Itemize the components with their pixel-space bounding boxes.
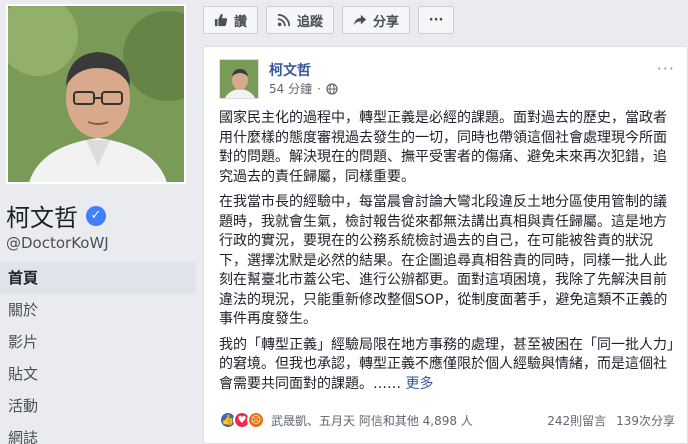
more-options-icon: ··· — [428, 12, 444, 28]
post-timestamp[interactable]: 54 分鐘 — [269, 80, 312, 97]
profile-name-text[interactable]: 柯文哲 — [6, 198, 78, 233]
like-page-button[interactable]: 讚 — [203, 6, 259, 34]
like-label: 讚 — [234, 14, 248, 30]
shares-count[interactable]: 139次分享 — [616, 412, 675, 429]
nav-item-videos[interactable]: 影片 — [0, 326, 196, 358]
post-paragraph-1: 國家民主化的過程中，轉型正義是必經的課題。面對過去的歷史，當政者用什麼樣的態度審… — [219, 110, 667, 185]
nav-item-about[interactable]: 關於 — [0, 294, 196, 326]
post-footer: 👍 ♥ ☹ 武晟凱、五月天 阿信和其他 4,898 人 242則留言 139次分… — [219, 409, 675, 431]
share-arrow-icon — [353, 14, 367, 26]
more-options-button[interactable]: ··· — [418, 6, 455, 34]
page-nav: 首頁 關於 影片 貼文 活動 網誌 — [0, 262, 196, 444]
profile-photo-image — [8, 6, 184, 182]
reaction-icons[interactable]: 👍 ♥ ☹ — [219, 411, 265, 429]
meta-separator: · — [317, 81, 321, 96]
follow-label: 追蹤 — [297, 14, 324, 30]
profile-picture[interactable] — [6, 4, 186, 184]
nav-item-posts[interactable]: 貼文 — [0, 358, 196, 390]
nav-item-home[interactable]: 首頁 — [0, 262, 196, 294]
see-more-link[interactable]: 更多 — [405, 376, 433, 392]
avatar-image — [220, 60, 258, 98]
comments-count[interactable]: 242則留言 — [547, 412, 606, 429]
post-author-name[interactable]: 柯文哲 — [269, 60, 311, 80]
share-page-button[interactable]: 分享 — [342, 6, 411, 34]
post-paragraph-2: 在我當市長的經驗中，每當晨會討論大彎北段違反土地分區使用管制的議題時，我就會生氣… — [219, 194, 668, 327]
rss-follow-icon — [277, 13, 291, 27]
verified-badge-icon: ✓ — [86, 205, 106, 226]
engagement-counts: 242則留言 139次分享 — [547, 412, 675, 429]
follow-button[interactable]: 追蹤 — [266, 6, 335, 34]
page-action-bar: 讚 追蹤 分享 ··· — [203, 6, 455, 34]
share-label: 分享 — [373, 14, 400, 30]
profile-handle[interactable]: @DoctorKoWJ — [6, 234, 109, 252]
reactors-summary[interactable]: 武晟凱、五月天 阿信和其他 4,898 人 — [271, 412, 473, 429]
nav-item-notes[interactable]: 網誌 — [0, 422, 196, 444]
post-paragraph-3-text: 我的「轉型正義」經驗局限在地方事務的處理，甚至被困在「同一批人力」的窘境。但我也… — [219, 336, 674, 392]
post-card: 柯文哲 54 分鐘 · ··· 國家民主化的過程中，轉型正義是必經的課題。面對過… — [203, 46, 688, 444]
post-body: 國家民主化的過程中，轉型正義是必經的課題。面對過去的歷史，當政者用什麼樣的態度審… — [219, 109, 677, 400]
post-author-avatar[interactable] — [219, 59, 259, 99]
thumbs-up-icon — [214, 13, 228, 27]
post-options-icon[interactable]: ··· — [657, 59, 675, 78]
nav-item-events[interactable]: 活動 — [0, 390, 196, 422]
angry-reaction-icon: ☹ — [247, 411, 265, 429]
left-column: 柯文哲 ✓ @DoctorKoWJ 首頁 關於 影片 貼文 活動 網誌 — [0, 0, 196, 444]
post-meta: 54 分鐘 · — [269, 80, 338, 97]
globe-icon[interactable] — [326, 82, 338, 95]
profile-name[interactable]: 柯文哲 ✓ — [6, 198, 106, 233]
post-paragraph-3: 我的「轉型正義」經驗局限在地方事務的處理，甚至被困在「同一批人力」的窘境。但我也… — [219, 336, 677, 395]
